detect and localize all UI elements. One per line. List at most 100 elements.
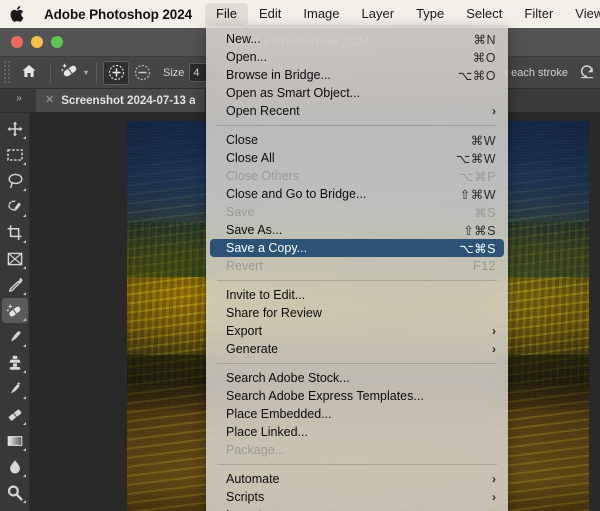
size-value: 4 xyxy=(193,66,200,79)
eraser-tool[interactable] xyxy=(2,402,28,427)
menu-item-close[interactable]: Close ⌘W xyxy=(206,131,508,149)
history-brush-icon xyxy=(10,381,21,393)
menu-item-invite-to-edit[interactable]: Invite to Edit... xyxy=(206,286,508,304)
file-dropdown-menu[interactable]: New... ⌘N Open... ⌘O Browse in Bridge... ⌥⌘O O… xyxy=(206,26,508,511)
brush-subtract-mode-button[interactable] xyxy=(129,61,155,85)
chevron-right-icon: › xyxy=(492,490,496,504)
menubar-item-file[interactable]: File xyxy=(205,3,248,25)
frame-icon xyxy=(7,252,22,265)
menu-item-browse-in-bridge[interactable]: Browse in Bridge... ⌥⌘O xyxy=(206,66,508,84)
brush-add-mode-button[interactable] xyxy=(103,60,130,85)
menu-item-close-all[interactable]: Close All ⌥⌘W xyxy=(206,149,508,167)
menu-item-save: Save ⌘S xyxy=(206,203,508,221)
tool-corner-marker xyxy=(22,292,26,295)
tool-preset-picker[interactable]: ▾ xyxy=(57,61,90,84)
menu-separator xyxy=(217,464,497,465)
chevron-right-icon: › xyxy=(492,342,496,356)
menu-item-save-a-copy[interactable]: Save a Copy... ⌥⌘S xyxy=(210,239,504,257)
menu-item-label: Open Recent xyxy=(226,104,300,118)
macos-menu-bar: Adobe Photoshop 2024 File Edit Image Layer T… xyxy=(0,0,600,28)
crop-tool[interactable] xyxy=(2,220,28,245)
rectangular-marquee-tool[interactable] xyxy=(2,142,28,167)
tool-corner-marker xyxy=(22,344,26,347)
document-tab-title: Screenshot 2024-07-13 a xyxy=(61,94,196,107)
close-window-button[interactable] xyxy=(11,36,23,48)
menubar-item-view[interactable]: View xyxy=(564,3,600,25)
quick-selection-icon xyxy=(7,200,21,211)
menu-item-shortcut: ⌥⌘S xyxy=(459,241,496,256)
menu-item-search-adobe-express-templates[interactable]: Search Adobe Express Templates... xyxy=(206,387,508,405)
options-bar-grip[interactable] xyxy=(2,60,11,85)
menu-item-shortcut: ⌥⌘P xyxy=(459,169,496,184)
clone-stamp-tool[interactable] xyxy=(2,350,28,375)
tool-corner-marker xyxy=(22,422,26,425)
options-separator xyxy=(50,62,51,83)
menu-item-label: Save a Copy... xyxy=(226,241,308,255)
menu-item-label: Save xyxy=(226,205,255,219)
menubar-item-layer[interactable]: Layer xyxy=(351,3,406,25)
menu-item-share-for-review[interactable]: Share for Review xyxy=(206,304,508,322)
brush-tool[interactable] xyxy=(2,324,28,349)
spot-healing-brush-tool[interactable] xyxy=(1,298,28,323)
menu-item-automate[interactable]: Automate › xyxy=(206,470,508,488)
menu-item-search-adobe-stock[interactable]: Search Adobe Stock... xyxy=(206,369,508,387)
document-tab[interactable]: ✕ Screenshot 2024-07-13 a xyxy=(36,89,207,112)
menu-item-export[interactable]: Export › xyxy=(206,322,508,340)
menu-item-save-as[interactable]: Save As... ⇧⌘S xyxy=(206,221,508,239)
menu-item-place-linked[interactable]: Place Linked... xyxy=(206,423,508,441)
menu-item-shortcut: ⌥⌘O xyxy=(457,68,496,83)
close-icon[interactable]: ✕ xyxy=(45,95,54,106)
eyedropper-tool[interactable] xyxy=(2,272,28,297)
menubar-item-type[interactable]: Type xyxy=(405,3,455,25)
tool-corner-marker xyxy=(22,474,26,477)
object-selection-tool[interactable] xyxy=(2,194,28,219)
menu-item-scripts[interactable]: Scripts › xyxy=(206,488,508,506)
menu-item-open-recent[interactable]: Open Recent › xyxy=(206,102,508,120)
zoom-window-button[interactable] xyxy=(51,36,63,48)
clone-stamp-icon xyxy=(8,355,21,370)
menubar-item-edit[interactable]: Edit xyxy=(248,3,292,25)
menu-item-shortcut: ⌥⌘W xyxy=(455,151,496,166)
chevron-right-icon: › xyxy=(492,324,496,338)
menu-separator xyxy=(217,125,497,126)
menu-item-open[interactable]: Open... ⌘O xyxy=(206,48,508,66)
menubar-item-select[interactable]: Select xyxy=(455,3,513,25)
history-brush-tool[interactable] xyxy=(2,376,28,401)
menu-item-label: Open as Smart Object... xyxy=(226,86,361,100)
gradient-tool[interactable] xyxy=(2,428,28,453)
menu-separator xyxy=(217,363,497,364)
spot-healing-brush-icon xyxy=(59,61,81,84)
options-bar-right: r each stroke xyxy=(504,63,600,82)
tool-corner-marker xyxy=(22,318,26,321)
menu-item-label: Scripts xyxy=(226,490,265,504)
spot-healing-brush-icon xyxy=(6,303,21,316)
lasso-tool[interactable] xyxy=(2,168,28,193)
menu-item-generate[interactable]: Generate › xyxy=(206,340,508,358)
tool-corner-marker xyxy=(22,396,26,399)
dodge-tool[interactable] xyxy=(2,480,28,505)
chevron-right-icon: › xyxy=(492,104,496,118)
apple-logo-icon[interactable] xyxy=(10,5,25,23)
panel-expand-rail[interactable]: » xyxy=(0,89,36,112)
macos-menu-items: File Edit Image Layer Type Select Filter View xyxy=(205,3,600,25)
move-tool[interactable] xyxy=(2,116,28,141)
chevron-right-icon: › xyxy=(492,472,496,486)
blur-tool[interactable] xyxy=(2,454,28,479)
menu-item-import[interactable]: Import› xyxy=(206,506,508,511)
minimize-window-button[interactable] xyxy=(31,36,43,48)
menu-item-label: Place Linked... xyxy=(226,425,308,439)
menubar-item-image[interactable]: Image xyxy=(292,3,350,25)
menu-item-label: Open... xyxy=(226,50,267,64)
menu-item-label: Generate xyxy=(226,342,279,356)
home-button[interactable] xyxy=(14,58,44,88)
menu-item-shortcut: F12 xyxy=(472,259,496,273)
reset-tool-icon[interactable] xyxy=(578,63,596,82)
menu-item-close-and-go-to-bridge[interactable]: Close and Go to Bridge... ⇧⌘W xyxy=(206,185,508,203)
brush-icon xyxy=(10,330,21,342)
menu-item-label: Invite to Edit... xyxy=(226,288,306,302)
frame-tool[interactable] xyxy=(2,246,28,271)
menubar-item-filter[interactable]: Filter xyxy=(513,3,564,25)
menu-item-open-as-smart-object[interactable]: Open as Smart Object... xyxy=(206,84,508,102)
menu-item-new[interactable]: New... ⌘N xyxy=(206,30,508,48)
menu-item-place-embedded[interactable]: Place Embedded... xyxy=(206,405,508,423)
